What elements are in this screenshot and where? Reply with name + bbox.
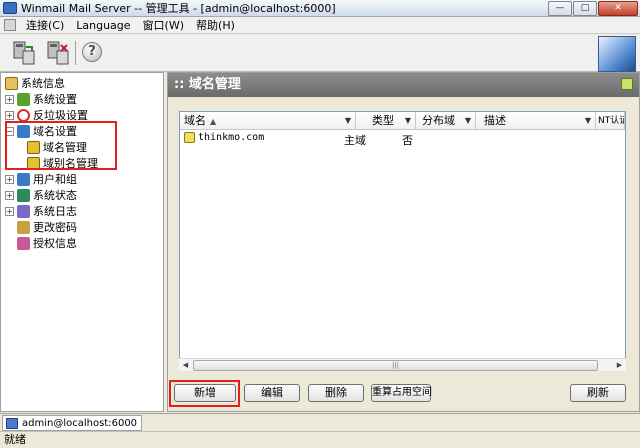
tree-item-password[interactable]: 更改密码	[17, 219, 77, 235]
refresh-button[interactable]: 刷新	[570, 384, 626, 402]
status-icon	[17, 188, 30, 202]
window-controls: — □ ✕	[548, 1, 638, 16]
toolbar-separator	[75, 41, 76, 65]
panel-title: :: 域名管理	[168, 73, 639, 97]
tree-root[interactable]: 系统信息	[5, 75, 65, 91]
delete-button[interactable]: 删除	[308, 384, 364, 402]
menu-window[interactable]: 窗口(W)	[137, 17, 190, 33]
expand-icon[interactable]: +	[5, 94, 14, 104]
column-domain[interactable]: 域名 ▲ ▼	[180, 112, 356, 130]
title-bar: Winmail Mail Server -- 管理工具 - [admin@loc…	[0, 0, 640, 17]
window-title: Winmail Mail Server -- 管理工具 - [admin@loc…	[21, 2, 336, 15]
server-icon	[6, 417, 18, 429]
tree-item-users[interactable]: + 用户和组	[5, 171, 77, 187]
users-icon	[17, 172, 30, 186]
add-button[interactable]: 新增	[174, 384, 236, 402]
column-description[interactable]: 描述 ▼	[476, 112, 596, 130]
maximize-button[interactable]: □	[573, 1, 597, 16]
status-bar: 就绪	[0, 431, 640, 448]
connection-tabbar: admin@localhost:6000	[0, 413, 640, 431]
disconnect-icon[interactable]	[44, 39, 72, 67]
scroll-right-icon[interactable]: ▶	[613, 359, 626, 372]
expand-icon[interactable]: +	[5, 206, 14, 216]
license-icon	[17, 236, 30, 250]
dropdown-arrow-icon[interactable]: ▼	[465, 112, 471, 130]
domain-icon	[184, 132, 195, 143]
column-distributed[interactable]: 分布域 ▼	[416, 112, 476, 130]
dropdown-arrow-icon[interactable]: ▼	[345, 112, 351, 130]
table-row[interactable]: thinkmo.com	[184, 132, 264, 143]
tree-item-license[interactable]: 授权信息	[17, 235, 77, 251]
tree-item-log[interactable]: + 系统日志	[5, 203, 77, 219]
scroll-left-icon[interactable]: ◀	[179, 359, 192, 372]
info-icon	[5, 76, 18, 90]
expand-icon[interactable]: +	[5, 174, 14, 184]
winmail-logo	[598, 36, 636, 72]
edit-button[interactable]: 编辑	[244, 384, 300, 402]
dropdown-arrow-icon[interactable]: ▼	[585, 112, 591, 130]
domain-header-icon	[621, 78, 633, 90]
expand-icon[interactable]: +	[5, 110, 14, 120]
menu-help[interactable]: 帮助(H)	[190, 17, 241, 33]
tree-item-system-settings[interactable]: + 系统设置	[5, 91, 77, 107]
cell-type: 主域	[344, 134, 366, 147]
dropdown-arrow-icon[interactable]: ▼	[405, 112, 411, 130]
close-button[interactable]: ✕	[598, 1, 638, 16]
password-icon	[17, 220, 30, 234]
minimize-button[interactable]: —	[548, 1, 572, 16]
horizontal-scrollbar[interactable]: ◀ ||| ▶	[179, 358, 626, 371]
connect-icon[interactable]	[10, 39, 38, 67]
no-spam-icon	[17, 108, 30, 122]
column-type[interactable]: 类型 ▼	[356, 112, 416, 130]
tree-item-status[interactable]: + 系统状态	[5, 187, 77, 203]
help-icon[interactable]: ?	[82, 42, 102, 62]
tree-highlight-box	[5, 121, 117, 170]
system-menu-icon[interactable]	[4, 19, 16, 31]
sort-asc-icon: ▲	[210, 117, 217, 126]
app-icon	[3, 2, 17, 14]
domain-list[interactable]: 域名▲ ▼ 类型 ▼ 分布域 ▼ 描述 ▼ NT认证 thinkmo.com 主…	[179, 111, 626, 371]
menu-language[interactable]: Language	[70, 19, 136, 32]
column-nt-auth[interactable]: NT认证	[596, 112, 625, 130]
recalc-space-button[interactable]: 重算占用空间	[371, 384, 432, 402]
expand-icon[interactable]: +	[5, 190, 14, 200]
scrollbar-thumb[interactable]: |||	[193, 360, 598, 371]
connection-tab[interactable]: admin@localhost:6000	[2, 415, 142, 431]
menu-bar: 连接(C) Language 窗口(W) 帮助(H)	[0, 17, 640, 34]
toolbar: ?	[0, 35, 640, 72]
menu-connect[interactable]: 连接(C)	[20, 17, 70, 33]
settings-icon	[17, 92, 30, 106]
log-icon	[17, 204, 30, 218]
cell-distributed: 否	[402, 134, 413, 147]
